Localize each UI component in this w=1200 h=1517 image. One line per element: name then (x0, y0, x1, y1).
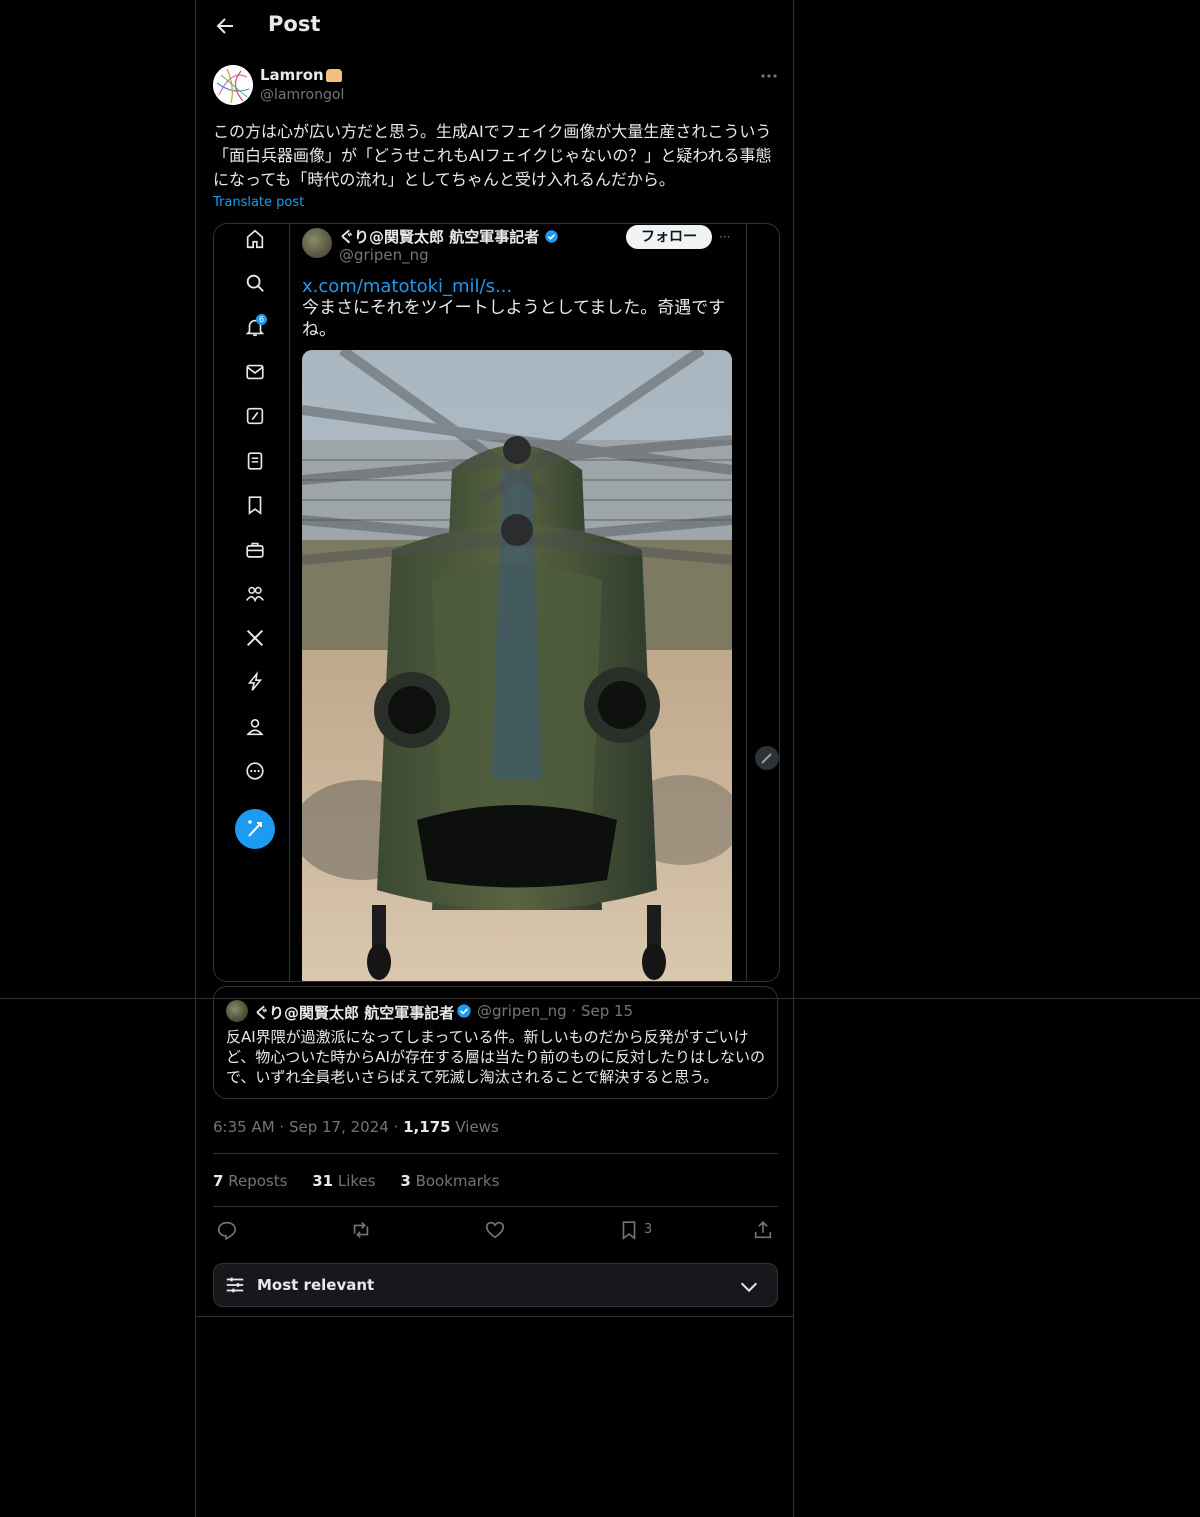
inner-link-text: x.com/matotoki_mil/s... (302, 276, 513, 297)
inner-more-options: ··· (719, 230, 731, 244)
repost-icon[interactable] (350, 1219, 372, 1241)
inner-post-text: 今まさにそれをツイートしようとしてました。奇遇ですね。 (302, 298, 726, 340)
inner-author-handle: @gripen_ng (339, 246, 429, 264)
bookmark-count: 3 (644, 1222, 653, 1237)
back-arrow-icon[interactable] (213, 14, 237, 38)
divider (196, 1316, 793, 1317)
grok-icon (246, 407, 264, 425)
quoted-date: Sep 15 (580, 1002, 634, 1020)
author-handle[interactable]: @lamrongol (260, 87, 344, 103)
post-header: Post (196, 0, 793, 53)
likes-label: Likes (337, 1172, 376, 1190)
search-icon (246, 274, 264, 292)
likes-count: 31 (312, 1172, 334, 1190)
views-label: Views (455, 1118, 499, 1136)
reposts-label: Reposts (228, 1172, 288, 1190)
quoted-text: 反AI界隈が過激派になってしまっている件。新しいものだから反発がすごいけど、物心… (226, 1028, 765, 1086)
avatar-sketch-icon (213, 65, 253, 105)
edit-pencil-icon (755, 746, 779, 770)
profile-icon (246, 719, 264, 736)
main-column: Post Lamron @lamrongol この方は心が広い方だと思う。生成A… (195, 0, 794, 1517)
notification-badge: 6 (256, 314, 267, 325)
quoted-author-name: ぐり@関賢太郎 航空軍事記者 (254, 1004, 455, 1022)
translate-post-link[interactable]: Translate post (213, 195, 304, 210)
author-name-text: Lamron (260, 66, 324, 84)
communities-icon (246, 586, 264, 603)
post-media-image[interactable]: 6 ぐり@関賢太郎 航空軍事記者 @gripen_ng フォロー ··· x.c… (213, 223, 780, 982)
more-circle-icon (246, 762, 264, 780)
more-options-icon[interactable] (759, 66, 779, 86)
helicopter-photo (302, 350, 732, 981)
post-text: この方は心が広い方だと思う。生成AIでフェイク画像が大量生産されこういう「面白兵… (213, 122, 772, 189)
home-icon (246, 229, 264, 249)
inner-author-name: ぐり@関賢太郎 航空軍事記者 (339, 226, 559, 247)
page-title: Post (268, 12, 321, 36)
verified-badge-icon (545, 230, 559, 243)
bread-emoji-icon (325, 69, 342, 82)
divider (213, 1206, 778, 1207)
bookmarks-count: 3 (400, 1172, 411, 1190)
reply-sort-dropdown[interactable]: Most relevant (213, 1263, 778, 1307)
reposts-count: 7 (213, 1172, 224, 1190)
reply-icon[interactable] (216, 1219, 238, 1241)
bookmark-icon[interactable] (618, 1219, 640, 1241)
quoted-author-avatar (226, 1000, 248, 1022)
quoted-handle: @gripen_ng (477, 1002, 567, 1020)
engagement-stats: 7 Reposts 31 Likes 3 Bookmarks (213, 1172, 519, 1190)
compose-post-icon (235, 809, 275, 849)
quoted-post[interactable]: ぐり@関賢太郎 航空軍事記者 @gripen_ng · Sep 15 反AI界隈… (213, 986, 778, 1099)
inner-author-avatar (302, 228, 332, 258)
sort-label: Most relevant (257, 1276, 375, 1294)
quoted-meta: @gripen_ng · Sep 15 (477, 1002, 634, 1020)
bookmarks-stat[interactable]: 3 Bookmarks (400, 1172, 499, 1190)
post-meta: 6:35 AM · Sep 17, 2024 · 1,175 Views (213, 1118, 499, 1136)
divider (213, 1153, 778, 1154)
quoted-verified-badge-icon (457, 1004, 471, 1018)
follow-button: フォロー (626, 225, 712, 249)
verified-orgs-bolt-icon (247, 671, 263, 691)
chevron-down-icon (740, 1282, 758, 1293)
views-count: 1,175 (403, 1118, 451, 1136)
bookmarks-icon (248, 496, 262, 515)
messages-envelope-icon (246, 364, 264, 380)
screenshot-right-divider (746, 224, 747, 981)
lists-icon (247, 452, 263, 470)
bookmarks-label: Bookmarks (415, 1172, 500, 1190)
author-name[interactable]: Lamron (260, 66, 342, 84)
likes-stat[interactable]: 31 Likes (312, 1172, 375, 1190)
reposts-stat[interactable]: 7 Reposts (213, 1172, 287, 1190)
post-time[interactable]: 6:35 AM (213, 1118, 275, 1136)
x-logo-icon (246, 629, 264, 647)
like-heart-icon[interactable] (484, 1219, 506, 1241)
share-icon[interactable] (752, 1219, 774, 1241)
inner-author-name-text: ぐり@関賢太郎 航空軍事記者 (339, 228, 540, 246)
jobs-briefcase-icon (246, 542, 264, 558)
sort-sliders-icon (226, 1277, 244, 1293)
post-date[interactable]: Sep 17, 2024 (289, 1118, 389, 1136)
horizontal-guide-line (0, 998, 1200, 999)
screenshot-sidebar: 6 (214, 224, 290, 981)
author-avatar[interactable] (213, 65, 253, 105)
